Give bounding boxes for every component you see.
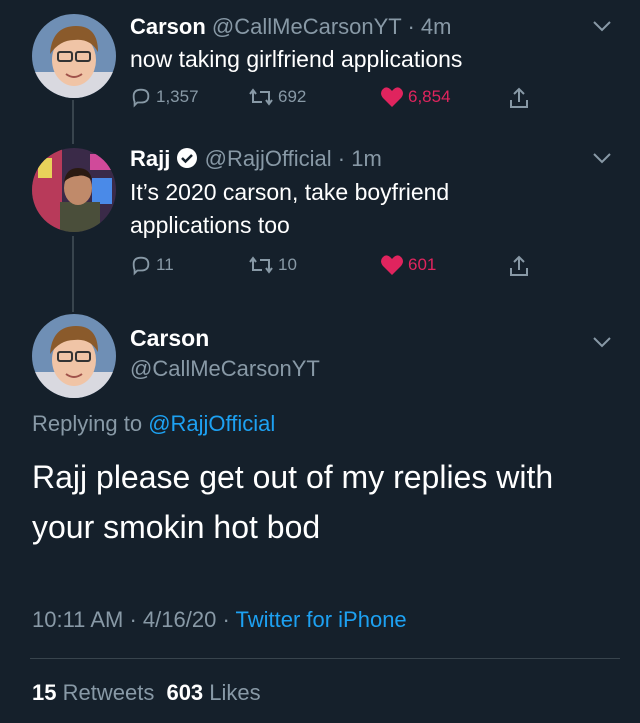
tweet-client-link[interactable]: Twitter for iPhone [235, 607, 406, 632]
handle[interactable]: @CallMeCarsonYT [130, 356, 320, 382]
like-count: 601 [408, 255, 437, 274]
meta-separator: · [129, 607, 137, 632]
tweet-actions: 11 10 601 [130, 254, 550, 280]
tweet-header: Carson @CallMeCarsonYT · 4m [130, 14, 451, 40]
share-icon [510, 87, 528, 108]
tweet-text: now taking girlfriend applications [130, 46, 463, 72]
main-tweet-text: Rajj please get out of my replies with y… [32, 459, 554, 545]
thread-line [72, 100, 74, 144]
avatar-carson[interactable] [32, 14, 116, 98]
heart-icon [381, 255, 403, 275]
tweet-text: It’s 2020 carson, take boyfriend applica… [130, 179, 450, 238]
chevron-down-icon[interactable] [592, 152, 612, 164]
meta-separator: · [222, 607, 230, 632]
thread-line [72, 236, 74, 312]
retweets-label: Retweets [62, 680, 155, 705]
like-button[interactable]: 6,854 [380, 86, 451, 108]
display-name[interactable]: Carson [130, 14, 206, 39]
reply-icon [132, 256, 150, 276]
reply-count: 11 [156, 255, 174, 274]
divider [30, 658, 620, 659]
retweets-count: 15 [32, 680, 57, 705]
likes-count: 603 [166, 680, 204, 705]
chevron-down-icon[interactable] [592, 336, 612, 348]
handle-time: @RajjOfficial · 1m [204, 146, 382, 171]
retweet-button[interactable]: 692 [248, 86, 306, 108]
engagement-stats: 15 Retweets 603 Likes [32, 680, 261, 706]
reply-icon [132, 88, 150, 108]
like-button[interactable]: 601 [380, 254, 436, 276]
retweet-count: 10 [278, 255, 297, 274]
display-name[interactable]: Rajj [130, 146, 170, 171]
tweet-time: 10:11 AM [32, 607, 124, 632]
likes-stat[interactable]: 603 Likes [166, 680, 260, 705]
tweet-actions: 1,357 692 6,854 [130, 86, 550, 112]
like-count: 6,854 [408, 87, 451, 106]
display-name[interactable]: Carson [130, 325, 209, 352]
retweet-button[interactable]: 10 [248, 254, 297, 276]
avatar-carson[interactable] [32, 314, 116, 398]
retweet-icon [249, 256, 273, 274]
chevron-down-icon[interactable] [592, 20, 612, 32]
retweet-count: 692 [278, 87, 307, 106]
tweet-header: Rajj @RajjOfficial · 1m [130, 146, 382, 172]
share-icon [510, 255, 528, 276]
handle-time: @CallMeCarsonYT · 4m [211, 14, 452, 39]
reply-count: 1,357 [156, 87, 199, 106]
retweets-stat[interactable]: 15 Retweets [32, 680, 160, 705]
tweet-meta: 10:11 AM · 4/16/20 · Twitter for iPhone [32, 607, 407, 633]
replying-to: Replying to @RajjOfficial [32, 411, 275, 437]
share-button[interactable] [508, 86, 530, 110]
retweet-icon [249, 88, 273, 106]
reply-button[interactable]: 11 [130, 254, 174, 276]
reply-button[interactable]: 1,357 [130, 86, 199, 108]
verified-badge-icon [177, 148, 198, 168]
tweet-date: 4/16/20 [142, 607, 217, 632]
replying-to-label: Replying to [32, 411, 143, 436]
share-button[interactable] [508, 254, 530, 278]
likes-label: Likes [209, 680, 261, 705]
replying-to-link[interactable]: @RajjOfficial [148, 411, 275, 436]
avatar-rajj[interactable] [32, 148, 116, 232]
heart-icon [381, 87, 403, 107]
